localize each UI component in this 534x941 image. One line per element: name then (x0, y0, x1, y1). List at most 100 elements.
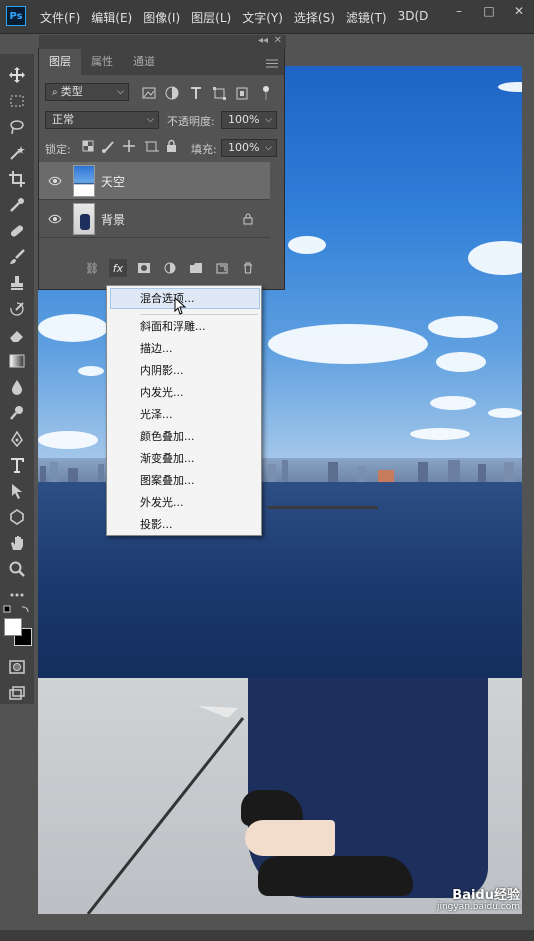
lock-position-icon[interactable] (123, 140, 135, 152)
eyedropper-tool-icon[interactable] (5, 194, 29, 216)
pixel-filter-icon[interactable] (142, 87, 156, 99)
clone-stamp-tool-icon[interactable] (5, 272, 29, 294)
filter-icons (141, 85, 281, 101)
menu-type[interactable]: 文字(Y) (242, 9, 283, 26)
panel-menu-icon[interactable] (266, 57, 278, 68)
menu-filter[interactable]: 滤镜(T) (346, 9, 387, 26)
menu-item-gradient-overlay[interactable]: 渐变叠加... (140, 449, 195, 469)
type-filter-icon[interactable] (191, 87, 201, 99)
panel-tabs: 图层 属性 通道 (39, 49, 284, 75)
blend-mode-dropdown[interactable]: 正常 ⌵ (45, 111, 159, 129)
lock-transparent-icon[interactable] (82, 140, 94, 152)
shape-filter-icon[interactable] (213, 87, 226, 100)
artboard-lock-icon[interactable] (145, 141, 159, 152)
menu-item-pattern-overlay[interactable]: 图案叠加... (140, 471, 195, 491)
new-group-icon[interactable] (187, 259, 205, 277)
menu-item-inner-glow[interactable]: 内发光... (140, 383, 184, 403)
brush-tool-icon[interactable] (5, 246, 29, 268)
color-swatches[interactable] (4, 618, 34, 648)
eraser-tool-icon[interactable] (5, 324, 29, 346)
gradient-tool-icon[interactable] (5, 350, 29, 372)
adjustment-layer-icon[interactable] (161, 259, 179, 277)
menu-items: 文件(F) 编辑(E) 图像(I) 图层(L) 文字(Y) 选择(S) 滤镜(T… (40, 9, 428, 26)
close-panel-button[interactable]: ✕ (274, 35, 282, 46)
watermark-brand: Baidu经验 (452, 888, 520, 903)
fill-field[interactable]: 100% ⌵ (221, 139, 277, 157)
status-bar (0, 930, 534, 941)
menu-item-drop-shadow[interactable]: 投影... (140, 515, 173, 535)
path-selection-tool-icon[interactable] (5, 480, 29, 502)
layer-row-background[interactable]: 背景 (39, 200, 270, 238)
opacity-label: 不透明度: (167, 115, 215, 128)
default-colors-icon[interactable] (2, 604, 32, 614)
history-brush-tool-icon[interactable] (5, 298, 29, 320)
panel-header: ◂◂ ✕ (39, 35, 286, 49)
collapse-panel-button[interactable]: ◂◂ (258, 35, 268, 46)
menu-select[interactable]: 选择(S) (294, 9, 335, 26)
tab-layers[interactable]: 图层 (39, 49, 81, 75)
menu-item-outer-glow[interactable]: 外发光... (140, 493, 184, 513)
menu-item-color-overlay[interactable]: 颜色叠加... (140, 427, 195, 447)
search-icon: ⌕ (52, 87, 61, 98)
hand-tool-icon[interactable] (5, 532, 29, 554)
opacity-value: 100% (228, 113, 260, 126)
tab-properties[interactable]: 属性 (81, 49, 123, 75)
lock-image-icon[interactable] (102, 141, 114, 153)
menu-item-bevel-emboss[interactable]: 斜面和浮雕... (140, 317, 206, 337)
magic-wand-tool-icon[interactable] (5, 142, 29, 164)
menu-item-stroke[interactable]: 描边... (140, 339, 173, 359)
menu-edit[interactable]: 编辑(E) (91, 9, 132, 26)
layer-filter-dropdown[interactable]: ⌕ 类型 ⌵ (45, 83, 129, 101)
menu-item-inner-shadow[interactable]: 内阴影... (140, 361, 184, 381)
add-mask-icon[interactable] (135, 259, 153, 277)
watermark: Baidu经验 jingyan.baidu.com (408, 880, 528, 914)
right-shoe (258, 856, 413, 896)
new-layer-icon[interactable] (213, 259, 231, 277)
filter-toggle-icon[interactable] (263, 86, 269, 100)
blur-tool-icon[interactable] (5, 376, 29, 398)
adjustment-filter-icon[interactable] (165, 86, 179, 100)
lasso-tool-icon[interactable] (5, 116, 29, 138)
visibility-eye-icon[interactable] (48, 174, 62, 188)
type-tool-icon[interactable] (5, 454, 29, 476)
fill-value: 100% (228, 141, 260, 154)
lock-label: 锁定: (45, 143, 71, 156)
menu-3d[interactable]: 3D(D (398, 9, 429, 26)
menu-item-satin[interactable]: 光泽... (140, 405, 173, 425)
menu-layer[interactable]: 图层(L) (191, 9, 231, 26)
menu-image[interactable]: 图像(I) (143, 9, 180, 26)
layer-row-sky[interactable]: 天空 (39, 162, 270, 200)
move-tool-icon[interactable] (5, 64, 29, 86)
screen-mode-icon[interactable] (5, 682, 29, 704)
lock-all-icon[interactable] (167, 139, 176, 153)
shape-tool-icon[interactable] (5, 506, 29, 528)
minimize-button[interactable]: – (444, 0, 474, 24)
crop-tool-icon[interactable] (5, 168, 29, 190)
menu-bar: Ps 文件(F) 编辑(E) 图像(I) 图层(L) 文字(Y) 选择(S) 滤… (0, 0, 534, 34)
pen-tool-icon[interactable] (5, 428, 29, 450)
watermark-url: jingyan.baidu.com (436, 902, 520, 912)
layers-footer: ⛓ fx (83, 259, 257, 277)
foreground-color-swatch[interactable] (4, 618, 22, 636)
close-window-button[interactable]: ✕ (504, 0, 534, 24)
healing-brush-tool-icon[interactable] (5, 220, 29, 242)
link-layers-icon[interactable]: ⛓ (83, 259, 101, 277)
maximize-button[interactable]: □ (474, 0, 504, 24)
chevron-down-icon: ⌵ (117, 87, 124, 97)
zoom-tool-icon[interactable] (5, 558, 29, 580)
menu-file[interactable]: 文件(F) (40, 9, 80, 26)
hand-skin (245, 820, 335, 856)
photoshop-logo-icon: Ps (6, 6, 26, 26)
chevron-down-icon: ⌵ (265, 115, 272, 125)
opacity-field[interactable]: 100% ⌵ (221, 111, 277, 129)
smart-object-filter-icon[interactable] (236, 87, 248, 100)
fx-button[interactable]: fx (109, 259, 127, 277)
dodge-tool-icon[interactable] (5, 402, 29, 424)
visibility-eye-icon[interactable] (48, 212, 62, 226)
tab-channels[interactable]: 通道 (123, 49, 165, 75)
lock-icons (81, 138, 181, 154)
marquee-tool-icon[interactable] (5, 90, 29, 112)
delete-layer-icon[interactable] (239, 259, 257, 277)
quick-mask-icon[interactable] (5, 656, 29, 678)
more-tools-icon[interactable] (5, 584, 29, 606)
